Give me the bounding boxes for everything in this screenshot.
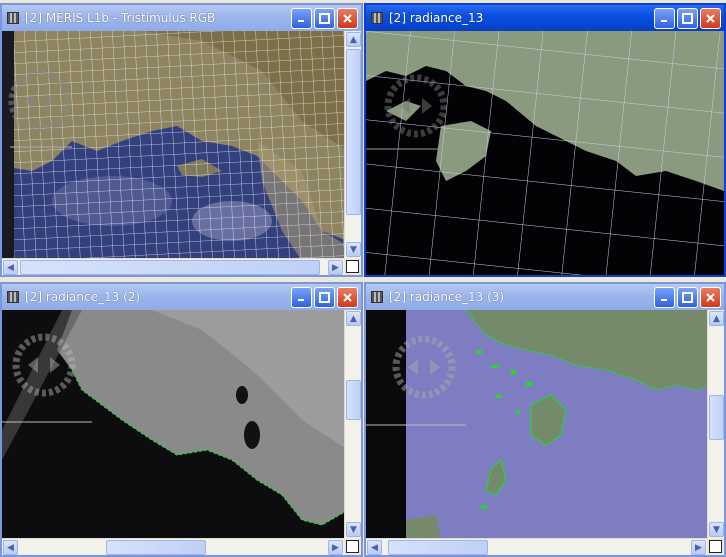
image-window-rgb[interactable]: [2] MERIS L1b - Tristimulus RGB ▲ ▼ ◀ ▶ <box>0 3 363 277</box>
minimize-button[interactable] <box>291 286 312 308</box>
title-bar[interactable]: [2] radiance_13 (2) <box>2 284 361 310</box>
vertical-scrollbar[interactable]: ▲ ▼ <box>707 310 724 538</box>
maximize-button[interactable] <box>677 7 698 29</box>
image-window-radiance-3[interactable]: [2] radiance_13 (3) ▲ ▼ ◀ ▶ <box>364 282 726 557</box>
maximize-button[interactable] <box>677 286 698 308</box>
image-window-radiance[interactable]: [2] radiance_13 <box>364 3 726 277</box>
image-window-radiance-2[interactable]: [2] radiance_13 (2) ▲ ▼ ◀ ▶ <box>0 282 363 557</box>
desktop: [2] MERIS L1b - Tristimulus RGB ▲ ▼ ◀ ▶ … <box>0 0 726 557</box>
maximize-button[interactable] <box>314 7 335 29</box>
maximize-icon <box>682 12 693 24</box>
window-icon <box>371 291 383 303</box>
image-view[interactable] <box>366 310 707 538</box>
close-icon <box>343 292 352 302</box>
scroll-right-icon[interactable]: ▶ <box>691 540 706 555</box>
maximize-icon <box>319 291 330 303</box>
vertical-scrollbar[interactable]: ▲ ▼ <box>344 31 361 258</box>
close-button[interactable] <box>700 286 721 308</box>
maximize-icon <box>682 291 693 303</box>
pan-corner-icon[interactable] <box>344 258 361 275</box>
scroll-right-icon[interactable]: ▶ <box>328 540 343 555</box>
scroll-down-icon[interactable]: ▼ <box>346 242 361 257</box>
scroll-left-icon[interactable]: ◀ <box>3 540 18 555</box>
window-title: [2] MERIS L1b - Tristimulus RGB <box>25 11 216 25</box>
close-icon <box>706 13 715 23</box>
scroll-thumb[interactable] <box>709 395 724 440</box>
pan-corner-icon[interactable] <box>344 538 361 555</box>
pan-corner-icon[interactable] <box>707 538 724 555</box>
close-button[interactable] <box>337 7 358 29</box>
rgb-image <box>2 31 344 258</box>
radiance-overlay-image <box>366 310 707 538</box>
maximize-icon <box>319 12 330 24</box>
image-view[interactable] <box>366 31 724 275</box>
scroll-thumb[interactable] <box>388 540 488 555</box>
scroll-left-icon[interactable]: ◀ <box>367 540 382 555</box>
minimize-button[interactable] <box>654 7 675 29</box>
scroll-down-icon[interactable]: ▼ <box>346 522 361 537</box>
horizontal-scrollbar[interactable]: ◀ ▶ <box>2 258 344 275</box>
image-view[interactable] <box>2 31 344 258</box>
scroll-up-icon[interactable]: ▲ <box>346 32 361 47</box>
scroll-left-icon[interactable]: ◀ <box>3 260 18 275</box>
radiance-gray-image <box>2 310 344 538</box>
close-button[interactable] <box>337 286 358 308</box>
vertical-scrollbar[interactable]: ▲ ▼ <box>344 310 361 538</box>
close-icon <box>343 13 352 23</box>
minimize-button[interactable] <box>291 7 312 29</box>
minimize-icon <box>661 298 667 301</box>
window-icon <box>7 291 19 303</box>
scroll-thumb[interactable] <box>20 260 320 275</box>
window-icon <box>7 12 19 24</box>
title-bar[interactable]: [2] MERIS L1b - Tristimulus RGB <box>2 5 361 31</box>
scroll-up-icon[interactable]: ▲ <box>346 311 361 326</box>
minimize-icon <box>661 19 667 22</box>
window-title: [2] radiance_13 (3) <box>389 290 505 304</box>
scroll-right-icon[interactable]: ▶ <box>328 260 343 275</box>
radiance-image <box>366 31 724 275</box>
scroll-up-icon[interactable]: ▲ <box>709 311 724 326</box>
minimize-button[interactable] <box>654 286 675 308</box>
window-title: [2] radiance_13 (2) <box>25 290 141 304</box>
title-bar[interactable]: [2] radiance_13 (3) <box>366 284 724 310</box>
scroll-thumb[interactable] <box>106 540 206 555</box>
scroll-down-icon[interactable]: ▼ <box>709 522 724 537</box>
window-title: [2] radiance_13 <box>389 11 484 25</box>
title-bar[interactable]: [2] radiance_13 <box>366 5 724 31</box>
horizontal-scrollbar[interactable]: ◀ ▶ <box>2 538 344 555</box>
minimize-icon <box>298 19 304 22</box>
horizontal-scrollbar[interactable]: ◀ ▶ <box>366 538 707 555</box>
scroll-thumb[interactable] <box>346 380 361 420</box>
close-icon <box>706 292 715 302</box>
maximize-button[interactable] <box>314 286 335 308</box>
window-icon <box>371 12 383 24</box>
minimize-icon <box>298 298 304 301</box>
scroll-thumb[interactable] <box>346 49 361 215</box>
close-button[interactable] <box>700 7 721 29</box>
image-view[interactable] <box>2 310 344 538</box>
